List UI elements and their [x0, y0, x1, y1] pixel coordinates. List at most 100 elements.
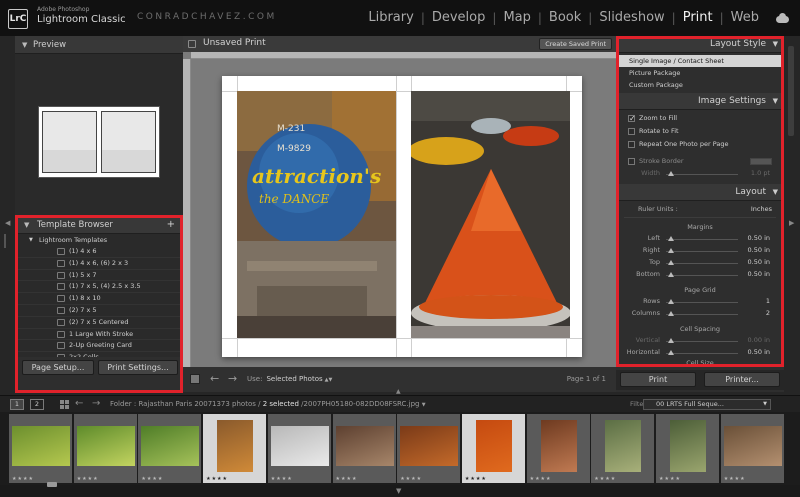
stop-icon[interactable]	[190, 374, 200, 384]
next-page-arrow-icon[interactable]: →	[228, 372, 237, 385]
thumbnail-image	[400, 426, 459, 466]
module-slideshow[interactable]: Slideshow	[592, 8, 671, 28]
filmstrip-thumbnail[interactable]: ★★★★	[203, 414, 268, 483]
thumbnail-image	[141, 426, 200, 466]
thumbnail-image	[723, 426, 782, 466]
left-panel-toggle-icon[interactable]: ◀	[5, 219, 10, 227]
thumbnail-image	[540, 420, 577, 472]
print-buttons: Print Printer...	[616, 370, 784, 390]
star-rating[interactable]: ★★★★	[206, 476, 228, 482]
preview-page-thumbnail	[38, 106, 160, 178]
print-header: Unsaved Print Create Saved Print	[183, 36, 616, 52]
svg-text:the DANCE: the DANCE	[259, 192, 329, 206]
print-title: Unsaved Print	[203, 38, 266, 48]
filmstrip-scroll-thumb[interactable]	[47, 482, 57, 487]
filmstrip: ★★★★ ★★★★ ★★★★ ★★★★ ★★★★ ★★★★ ★★★★ ★★★★ ★★★★ ★★★★…	[0, 412, 800, 490]
star-rating[interactable]: ★★★★	[659, 476, 681, 482]
cloud-icon[interactable]	[774, 13, 790, 23]
filmstrip-thumbnail[interactable]: ★★★★	[461, 414, 526, 483]
thumbnail-image	[12, 426, 70, 466]
star-rating[interactable]: ★★★★	[336, 476, 358, 482]
print-button[interactable]: Print	[620, 372, 696, 387]
svg-text:M-231: M-231	[277, 124, 305, 134]
create-saved-print-button[interactable]: Create Saved Print	[539, 38, 612, 50]
filmstrip-thumbnail[interactable]: ★★★★	[656, 414, 720, 483]
use-selector[interactable]: Use: Selected Photos ▲▼	[247, 375, 332, 383]
preview-panel-title: Preview	[33, 40, 67, 50]
monitor-2-button[interactable]: 2	[30, 399, 44, 410]
module-develop[interactable]: Develop	[425, 8, 493, 28]
right-panel-edge	[784, 36, 800, 392]
printer-button[interactable]: Printer...	[704, 372, 780, 387]
use-label: Use:	[247, 375, 263, 383]
filmstrip-header: 1 2 ← → Folder : Rajasthan Paris 2007 13…	[0, 395, 800, 412]
app-identity: Adobe Photoshop Lightroom Classic	[37, 6, 126, 26]
print-page: attraction's the DANCE M-231 M-9829	[222, 76, 582, 357]
star-rating[interactable]: ★★★★	[141, 476, 163, 482]
filmstrip-thumbnail[interactable]: ★★★★	[720, 414, 785, 483]
print-photo-spices[interactable]	[411, 91, 570, 338]
filmstrip-collapse-icon[interactable]: ▼	[396, 487, 401, 495]
star-rating[interactable]: ★★★★	[12, 476, 34, 482]
use-value: Selected Photos	[266, 375, 323, 383]
thumbnail-image	[217, 420, 254, 472]
filter-dropdown[interactable]: 00 LRTS Full Seque... ▼	[643, 399, 771, 410]
module-print[interactable]: Print	[676, 8, 720, 28]
star-rating[interactable]: ★★★★	[271, 476, 293, 482]
thumbnail-image	[76, 426, 135, 466]
panel-grip[interactable]	[4, 234, 10, 248]
lrc-logo: LrC	[8, 9, 28, 29]
star-rating[interactable]: ★★★★	[724, 476, 746, 482]
preview-panel-header[interactable]: ▼ Preview	[15, 36, 183, 54]
module-map[interactable]: Map	[496, 8, 537, 28]
star-rating[interactable]: ★★★★	[465, 476, 487, 482]
module-web[interactable]: Web	[724, 8, 766, 28]
right-scrollbar[interactable]	[788, 46, 794, 136]
wall-painting-image: attraction's the DANCE M-231 M-9829	[237, 91, 396, 338]
lightroom-window: LrC Adobe Photoshop Lightroom Classic CO…	[0, 0, 800, 497]
right-panel-toggle-icon[interactable]: ▶	[789, 219, 794, 227]
dropdown-chevron-icon[interactable]: ▼	[422, 402, 426, 408]
filmstrip-thumbnail[interactable]: ★★★★	[332, 414, 397, 483]
module-library[interactable]: Library	[361, 8, 420, 28]
grid-view-icon[interactable]	[60, 400, 69, 409]
star-rating[interactable]: ★★★★	[400, 476, 422, 482]
thumbnail-image	[670, 420, 706, 472]
preview-area	[15, 54, 183, 228]
filmstrip-thumbnail[interactable]: ★★★★	[267, 414, 332, 483]
star-rating[interactable]: ★★★★	[594, 476, 616, 482]
filmstrip-thumbnail[interactable]: ★★★★	[397, 414, 462, 483]
right-panel-highlight	[616, 36, 784, 367]
filter-value: 00 LRTS Full Seque...	[656, 400, 724, 408]
selected-count: 2 selected	[262, 400, 299, 408]
source-folder[interactable]: Folder : Rajasthan Paris 2007	[110, 400, 212, 408]
filmstrip-thumbnail[interactable]: ★★★★	[591, 414, 656, 483]
collapse-triangle-icon: ▼	[22, 41, 28, 49]
cell-guide	[396, 76, 397, 357]
monitor-1-button[interactable]: 1	[10, 399, 24, 410]
left-panel-edge[interactable]	[0, 36, 15, 392]
thumbnail-image	[270, 426, 329, 466]
star-rating[interactable]: ★★★★	[77, 476, 99, 482]
filmstrip-thumbnail[interactable]: ★★★★	[526, 414, 591, 483]
filmstrip-toggle-icon[interactable]: ▲	[396, 388, 401, 395]
forward-arrow-icon[interactable]: →	[92, 398, 100, 409]
print-photo-wall[interactable]: attraction's the DANCE M-231 M-9829	[237, 91, 396, 338]
star-rating[interactable]: ★★★★	[530, 476, 552, 482]
filmstrip-thumbnail[interactable]: ★★★★	[73, 414, 138, 483]
svg-text:M-9829: M-9829	[277, 144, 311, 154]
previous-page-arrow-icon[interactable]: ←	[210, 372, 219, 385]
module-book[interactable]: Book	[542, 8, 588, 28]
preview-cell-left	[42, 111, 97, 173]
filmstrip-thumbnail[interactable]: ★★★★	[9, 414, 73, 483]
app-name: Lightroom Classic	[37, 14, 126, 25]
thumbnail-image	[335, 426, 394, 466]
back-arrow-icon[interactable]: ←	[75, 398, 83, 409]
template-browser-highlight	[15, 215, 183, 393]
filmstrip-thumbnail[interactable]: ★★★★	[138, 414, 203, 483]
identity-plate: CONRADCHAVEZ.COM	[137, 12, 277, 22]
vendor-name: Adobe Photoshop	[37, 6, 90, 13]
chevron-down-icon: ▼	[763, 401, 767, 407]
photo-count: 1373 photos /	[212, 400, 261, 408]
selection-info: 1373 photos / 2 selected /2007PH05180-08…	[212, 400, 426, 408]
